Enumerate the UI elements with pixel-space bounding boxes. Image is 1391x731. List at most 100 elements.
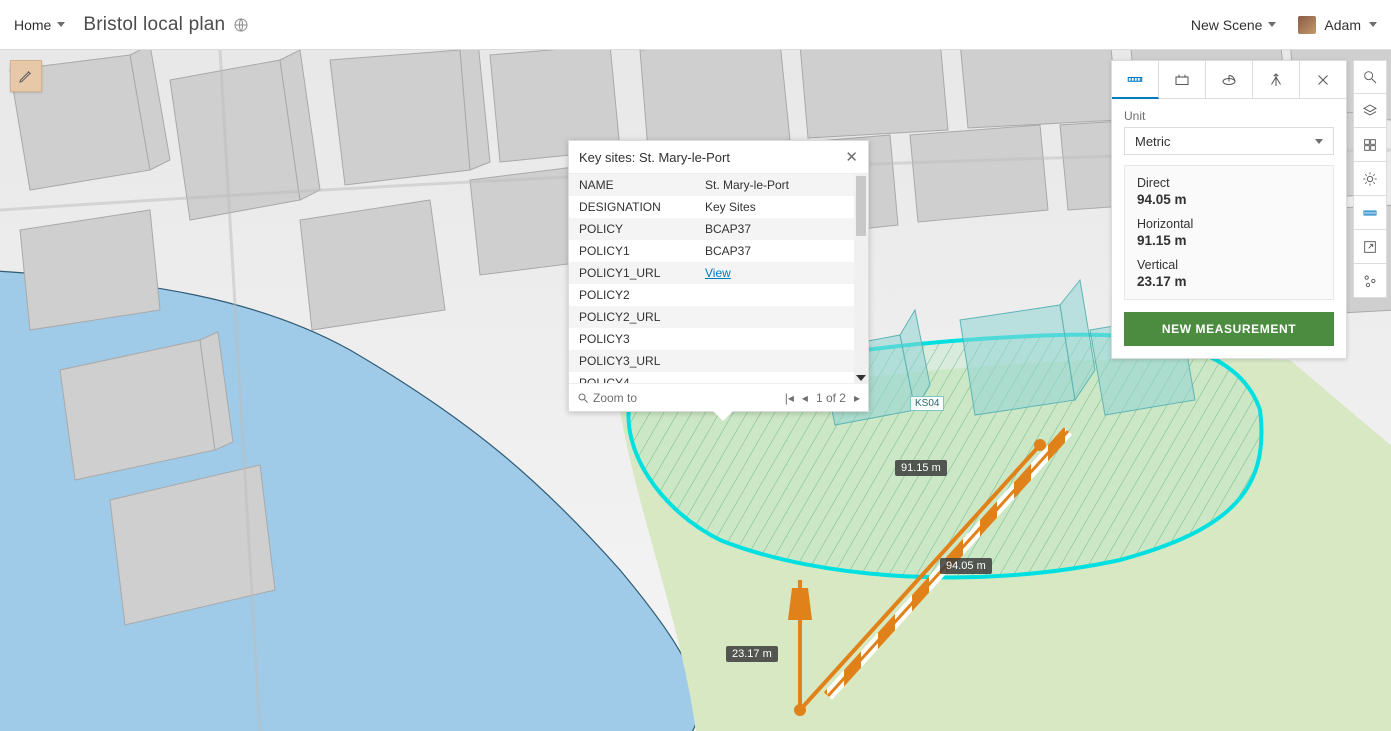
scrollbar-thumb[interactable] [856, 176, 866, 236]
popup-attr-value: BCAP37 [699, 244, 868, 258]
tab-area[interactable] [1159, 61, 1206, 99]
popup-attribute-list: NAMESt. Mary-le-PortDESIGNATIONKey Sites… [569, 173, 868, 383]
new-scene-label: New Scene [1191, 17, 1263, 33]
popup-attr-value: Key Sites [699, 200, 868, 214]
pager-text: 1 of 2 [816, 391, 846, 405]
popup-attr-row: POLICY2 [569, 284, 868, 306]
result-horizontal-value: 91.15 m [1137, 233, 1321, 248]
sun-icon [1362, 171, 1378, 187]
pager-next[interactable]: ▸ [854, 391, 860, 405]
tool-measure[interactable] [1353, 196, 1387, 230]
result-vertical-label: Vertical [1137, 258, 1321, 272]
new-scene-dropdown[interactable]: New Scene [1191, 17, 1277, 33]
new-measurement-button[interactable]: NEW MEASUREMENT [1124, 312, 1334, 346]
pager-prev[interactable]: ◂ [802, 391, 808, 405]
popup-attr-value: View [699, 266, 868, 280]
popup-attr-key: POLICY4 [569, 376, 699, 383]
scroll-down-icon[interactable] [856, 375, 866, 381]
new-measurement-label: NEW MEASUREMENT [1162, 322, 1296, 336]
feature-popup: Key sites: St. Mary-le-Port ✕ NAMESt. Ma… [568, 140, 869, 412]
scene-title-text: Bristol local plan [83, 14, 225, 36]
popup-attr-row: POLICY1_URL View [569, 262, 868, 284]
popup-attr-key: POLICY [569, 222, 699, 236]
close-icon [1314, 71, 1332, 89]
popup-attr-key: POLICY2_URL [569, 310, 699, 324]
result-direct-value: 94.05 m [1137, 192, 1321, 207]
popup-attr-key: POLICY3 [569, 332, 699, 346]
search-icon [1362, 69, 1378, 85]
popup-attr-key: DESIGNATION [569, 200, 699, 214]
chevron-down-icon [57, 22, 65, 27]
measurement-panel: Unit Metric Direct 94.05 m Horizontal 91… [1111, 60, 1347, 359]
unit-select[interactable]: Metric [1124, 127, 1334, 155]
scene-viewport[interactable]: 91.15 m 94.05 m 23.17 m KS04 Key sites: … [0, 50, 1391, 731]
tab-direct-line[interactable] [1112, 61, 1159, 99]
measurement-results: Direct 94.05 m Horizontal 91.15 m Vertic… [1124, 165, 1334, 300]
tool-share[interactable] [1353, 230, 1387, 264]
popup-pager: |◂ ◂ 1 of 2 ▸ [785, 391, 860, 405]
popup-scrollbar[interactable] [854, 174, 868, 383]
popup-attr-row: POLICYBCAP37 [569, 218, 868, 240]
chevron-down-icon [1369, 22, 1377, 27]
popup-attr-key: POLICY1_URL [569, 266, 699, 280]
popup-attr-row: NAMESt. Mary-le-Port [569, 174, 868, 196]
layers-icon [1362, 103, 1378, 119]
magnifier-icon [577, 392, 589, 404]
unit-label: Unit [1124, 109, 1334, 123]
popup-footer: Zoom to |◂ ◂ 1 of 2 ▸ [569, 383, 868, 411]
popup-attr-link[interactable]: View [705, 266, 731, 280]
chevron-down-icon [1315, 139, 1323, 144]
tab-slice[interactable] [1206, 61, 1253, 99]
popup-attr-row: POLICY3 [569, 328, 868, 350]
map-label-horizontal: 91.15 m [895, 460, 947, 476]
avatar [1298, 16, 1316, 34]
elevation-icon [1267, 71, 1285, 89]
slice-icon [1220, 71, 1238, 89]
top-bar: Home Bristol local plan New Scene Adam [0, 0, 1391, 50]
map-label-vertical: 23.17 m [726, 646, 778, 662]
tool-daylight[interactable] [1353, 162, 1387, 196]
tool-settings[interactable] [1353, 264, 1387, 298]
popup-attr-row: POLICY4 [569, 372, 868, 383]
measurement-body: Unit Metric Direct 94.05 m Horizontal 91… [1112, 99, 1346, 358]
scene-title: Bristol local plan [83, 14, 249, 36]
result-horizontal-label: Horizontal [1137, 217, 1321, 231]
header-right: New Scene Adam [1191, 16, 1377, 34]
result-direct-label: Direct [1137, 176, 1321, 190]
share-icon [1362, 239, 1378, 255]
popup-attr-key: POLICY1 [569, 244, 699, 258]
gear-icon [1362, 273, 1378, 289]
pencil-icon [18, 68, 34, 84]
popup-attr-value: St. Mary-le-Port [699, 178, 868, 192]
popup-attr-value: BCAP37 [699, 222, 868, 236]
map-label-direct: 94.05 m [940, 558, 992, 574]
popup-attr-row: POLICY3_URL [569, 350, 868, 372]
tool-search[interactable] [1353, 60, 1387, 94]
measure-line-icon [1126, 70, 1144, 88]
unit-select-value: Metric [1135, 134, 1170, 149]
popup-title: Key sites: St. Mary-le-Port [579, 150, 730, 165]
result-vertical-value: 23.17 m [1137, 274, 1321, 289]
home-label: Home [14, 17, 51, 33]
panel-close-button[interactable] [1300, 61, 1346, 99]
pager-first[interactable]: |◂ [785, 391, 794, 405]
home-dropdown[interactable]: Home [14, 17, 65, 33]
popup-close-button[interactable]: ✕ [845, 148, 858, 166]
tool-rail [1353, 60, 1387, 298]
tab-elevation[interactable] [1253, 61, 1300, 99]
popup-attr-key: NAME [569, 178, 699, 192]
chevron-down-icon [1268, 22, 1276, 27]
edit-button[interactable] [10, 60, 42, 92]
user-menu[interactable]: Adam [1298, 16, 1377, 34]
tool-basemap[interactable] [1353, 128, 1387, 162]
user-name: Adam [1324, 17, 1361, 33]
zoom-to-button[interactable]: Zoom to [577, 391, 637, 405]
basemap-icon [1362, 137, 1378, 153]
popup-attr-row: POLICY1BCAP37 [569, 240, 868, 262]
tool-layers[interactable] [1353, 94, 1387, 128]
popup-attr-row: POLICY2_URL [569, 306, 868, 328]
popup-header: Key sites: St. Mary-le-Port ✕ [569, 141, 868, 173]
zoom-to-label: Zoom to [593, 391, 637, 405]
globe-icon [233, 17, 249, 33]
measure-area-icon [1173, 71, 1191, 89]
